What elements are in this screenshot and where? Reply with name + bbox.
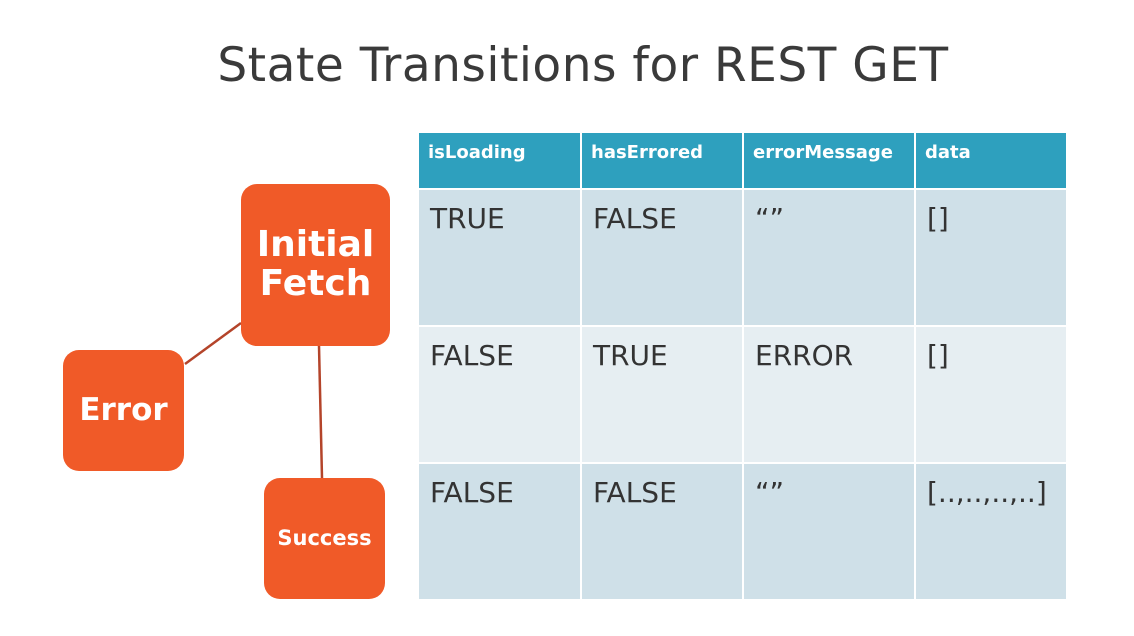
table-cell: FALSE [580, 462, 744, 601]
table-cell: FALSE [417, 462, 582, 601]
table-cell: TRUE [580, 325, 744, 464]
node-error: Error [63, 350, 184, 471]
slide: State Transitions for REST GET Initial F… [0, 0, 1134, 636]
table-cell: ERROR [742, 325, 916, 464]
table-row: TRUE FALSE “” [] [417, 188, 1068, 327]
header-haserrored: hasErrored [580, 131, 744, 190]
node-success-label: Success [277, 526, 372, 551]
header-data: data [914, 131, 1068, 190]
header-errormessage: errorMessage [742, 131, 916, 190]
table-cell: TRUE [417, 188, 582, 327]
table-cell: [..,..,..,..] [914, 462, 1068, 601]
table-cell: FALSE [580, 188, 744, 327]
table-cell: [] [914, 188, 1068, 327]
connector-initial-to-error [184, 321, 242, 366]
node-initial-fetch: Initial Fetch [241, 184, 390, 346]
node-initial-fetch-label: Initial Fetch [256, 224, 375, 304]
table-cell: “” [742, 188, 916, 327]
connector-initial-to-success [317, 345, 324, 479]
table-row: FALSE FALSE “” [..,..,..,..] [417, 462, 1068, 601]
node-error-label: Error [79, 391, 168, 428]
table-header-row: isLoading hasErrored errorMessage data [417, 131, 1068, 190]
table-cell: FALSE [417, 325, 582, 464]
header-isloading: isLoading [417, 131, 582, 190]
table-cell: “” [742, 462, 916, 601]
table-row: FALSE TRUE ERROR [] [417, 325, 1068, 464]
node-success: Success [264, 478, 385, 599]
table-cell: [] [914, 325, 1068, 464]
state-table: isLoading hasErrored errorMessage data T… [417, 131, 1068, 601]
